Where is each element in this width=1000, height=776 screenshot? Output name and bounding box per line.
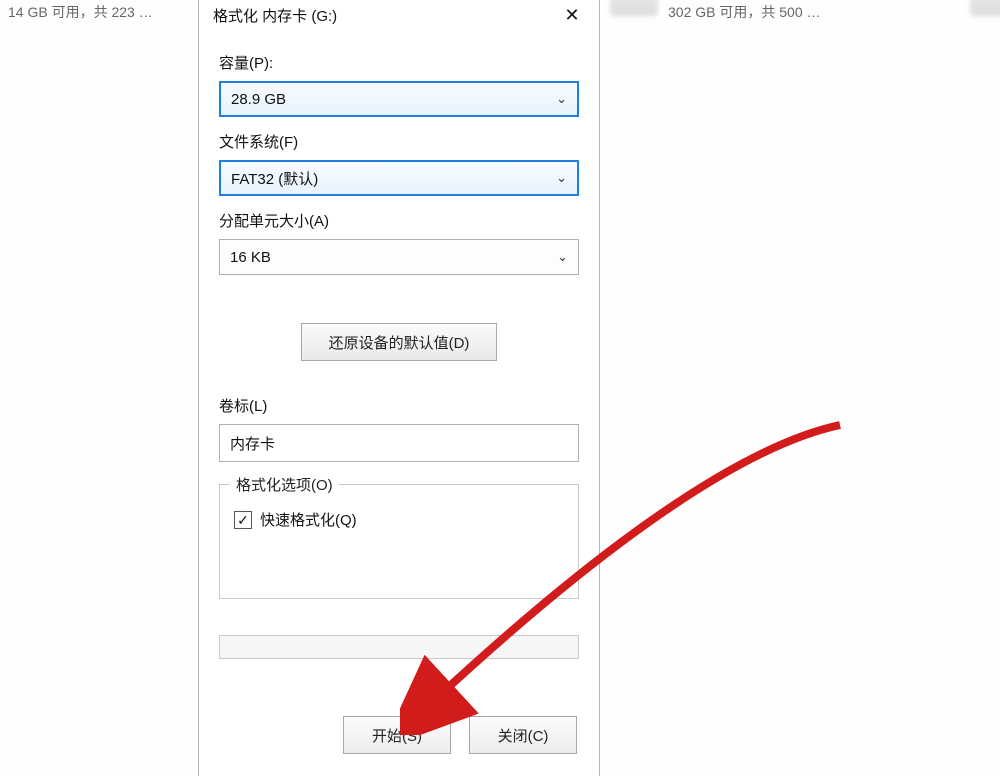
background-drive-left-caption: 14 GB 可用，共 223 … <box>0 0 161 26</box>
titlebar: 格式化 内存卡 (G:) ✕ <box>199 0 599 32</box>
dialog-title: 格式化 内存卡 (G:) <box>213 5 337 26</box>
quick-format-checkbox[interactable]: ✓ <box>234 511 252 529</box>
restore-defaults-button[interactable]: 还原设备的默认值(D) <box>301 323 497 361</box>
format-dialog: 格式化 内存卡 (G:) ✕ 容量(P): 28.9 GB ⌄ 文件系统(F) … <box>198 0 600 776</box>
restore-defaults-label: 还原设备的默认值(D) <box>329 332 470 353</box>
volume-label-input[interactable] <box>219 424 579 462</box>
background-drive-icon <box>610 0 658 16</box>
close-dialog-button[interactable]: 关闭(C) <box>469 716 577 754</box>
capacity-value: 28.9 GB <box>231 91 286 108</box>
chevron-down-icon: ⌄ <box>557 249 568 265</box>
background-drive-right-caption: 302 GB 可用，共 500 … <box>660 0 829 26</box>
dialog-body: 容量(P): 28.9 GB ⌄ 文件系统(F) FAT32 (默认) ⌄ 分配… <box>199 32 599 702</box>
capacity-select[interactable]: 28.9 GB ⌄ <box>219 81 579 117</box>
allocation-label: 分配单元大小(A) <box>219 210 579 231</box>
volume-label-label: 卷标(L) <box>219 395 579 416</box>
capacity-label: 容量(P): <box>219 52 579 73</box>
close-icon: ✕ <box>564 6 579 24</box>
dialog-footer: 开始(S) 关闭(C) <box>199 702 599 776</box>
filesystem-value: FAT32 (默认) <box>231 168 318 189</box>
allocation-select[interactable]: 16 KB ⌄ <box>219 239 579 275</box>
quick-format-row[interactable]: ✓ 快速格式化(Q) <box>234 509 564 530</box>
start-button[interactable]: 开始(S) <box>343 716 451 754</box>
progress-bar <box>219 635 579 659</box>
close-button[interactable]: ✕ <box>555 3 589 27</box>
allocation-value: 16 KB <box>230 249 271 266</box>
filesystem-select[interactable]: FAT32 (默认) ⌄ <box>219 160 579 196</box>
format-options-legend: 格式化选项(O) <box>230 474 339 495</box>
background-drive-icon <box>970 0 1000 16</box>
check-icon: ✓ <box>237 513 249 527</box>
chevron-down-icon: ⌄ <box>556 91 567 107</box>
format-options-group: 格式化选项(O) ✓ 快速格式化(Q) <box>219 484 579 599</box>
filesystem-label: 文件系统(F) <box>219 131 579 152</box>
chevron-down-icon: ⌄ <box>556 170 567 186</box>
quick-format-label: 快速格式化(Q) <box>260 509 357 530</box>
